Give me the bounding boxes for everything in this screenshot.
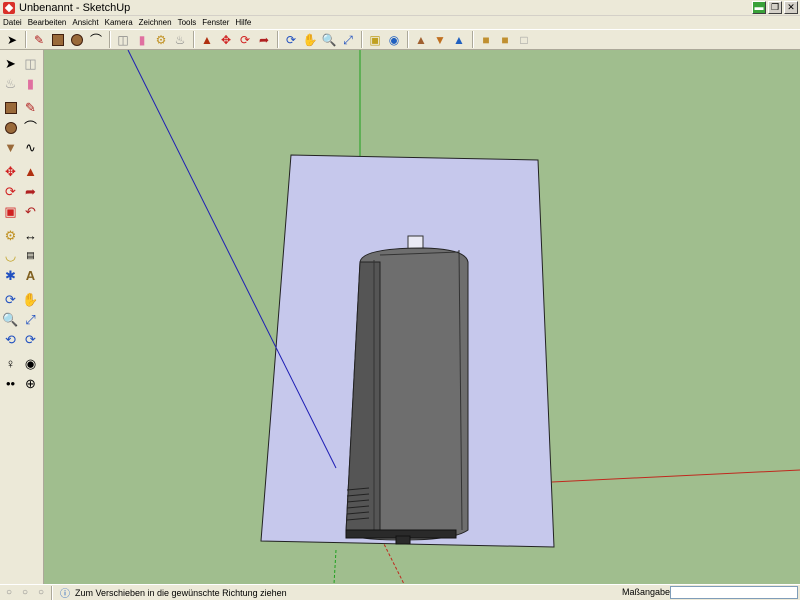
circle-icon[interactable] (1, 118, 20, 137)
window-controls: ▬ ❐ ✕ (752, 1, 798, 14)
share-model-icon[interactable]: ▲ (450, 31, 468, 49)
look-around-icon[interactable]: ◉ (21, 354, 40, 373)
follow-me-icon[interactable]: ➦ (21, 182, 40, 201)
menu-datei[interactable]: Datei (0, 18, 25, 27)
toolbar-separator (109, 31, 111, 48)
photo-texture-icon[interactable]: □ (515, 31, 533, 49)
menu-zeichnen[interactable]: Zeichnen (136, 18, 175, 27)
offset-icon[interactable]: ↶ (21, 202, 40, 221)
close-button[interactable]: ✕ (784, 1, 798, 14)
window-title: Unbenannt - SketchUp (19, 1, 131, 14)
arc-icon[interactable]: ⌒ (87, 31, 105, 49)
measurements-input[interactable] (670, 586, 798, 599)
rectangle-icon[interactable] (1, 98, 20, 117)
follow-me-icon[interactable]: ➦ (255, 31, 273, 49)
zoom-icon[interactable]: 🔍 (1, 310, 20, 329)
menu-fenster[interactable]: Fenster (199, 18, 232, 27)
zoom-extents-icon[interactable]: ⤢ (339, 31, 357, 49)
status-message: Zum Verschieben in die gewünschte Richtu… (75, 587, 287, 598)
green-axis-dashed (333, 549, 337, 584)
select-arrow-icon[interactable]: ➤ (1, 54, 20, 73)
get-current-view-icon[interactable]: ▣ (366, 31, 384, 49)
menu-hilfe[interactable]: Hilfe (232, 18, 254, 27)
geo-location-icon[interactable]: ○ (2, 586, 16, 600)
menu-bar: Datei Bearbeiten Ansicht Kamera Zeichnen… (0, 16, 800, 29)
protractor-icon[interactable]: ◡ (1, 246, 20, 265)
scale-icon[interactable]: ▣ (1, 202, 20, 221)
3d-text-icon[interactable]: A (21, 266, 40, 285)
orbit-icon[interactable]: ⟳ (1, 290, 20, 309)
credits-icon[interactable]: ○ (18, 586, 32, 600)
tape-measure-icon[interactable]: ⚙ (152, 31, 170, 49)
rectangle-icon[interactable] (49, 31, 67, 49)
restore-button[interactable]: ❐ (768, 1, 782, 14)
share-component-icon[interactable]: ■ (477, 31, 495, 49)
paint-bucket-icon[interactable]: ♨ (171, 31, 189, 49)
section-plane-icon[interactable]: ⊕ (21, 374, 40, 393)
toolbar-separator (25, 31, 27, 48)
add-location-icon[interactable]: ◉ (385, 31, 403, 49)
move-icon[interactable]: ✥ (1, 162, 20, 181)
make-component-icon[interactable]: ◫ (21, 54, 40, 73)
previous-view-icon[interactable]: ⟲ (1, 330, 20, 349)
menu-kamera[interactable]: Kamera (102, 18, 136, 27)
get-photo-texture-icon[interactable]: ■ (496, 31, 514, 49)
pan-icon[interactable]: ✋ (21, 290, 40, 309)
menu-tools[interactable]: Tools (175, 18, 200, 27)
sketchup-app-icon[interactable] (3, 1, 15, 14)
menu-ansicht[interactable]: Ansicht (69, 18, 101, 27)
toolbar-separator (472, 31, 474, 48)
orbit-icon[interactable]: ⟳ (282, 31, 300, 49)
toolbar-separator (193, 31, 195, 48)
push-pull-icon[interactable]: ▲ (198, 31, 216, 49)
toolbar-separator (407, 31, 409, 48)
position-camera-icon[interactable]: ♀ (1, 354, 20, 373)
pencil-line-icon[interactable]: ✎ (21, 98, 40, 117)
model-base-plug (395, 535, 411, 545)
measurements-label: Maßangaben (622, 587, 676, 597)
eraser-icon[interactable]: ▮ (133, 31, 151, 49)
toolbar-separator (361, 31, 363, 48)
red-axis-line (551, 469, 800, 483)
zoom-icon[interactable]: 🔍 (320, 31, 338, 49)
arc-icon[interactable]: ⌒ (21, 118, 40, 137)
polygon-icon[interactable]: ▼ (1, 138, 20, 157)
pencil-line-icon[interactable]: ✎ (30, 31, 48, 49)
get-models-icon[interactable]: ▼ (431, 31, 449, 49)
eraser-icon[interactable]: ▮ (21, 74, 40, 93)
pan-icon[interactable]: ✋ (301, 31, 319, 49)
move-icon[interactable]: ✥ (217, 31, 235, 49)
select-arrow-icon[interactable]: ➤ (3, 31, 21, 49)
main-toolbar: ➤ ✎ ⌒ ◫ ▮ ⚙ ♨ ▲ ✥ ⟳ ➦ ⟳ ✋ 🔍 ⤢ ▣ ◉ ▲ ▼ ▲ … (0, 29, 800, 50)
help-icon[interactable]: ⓘ (58, 586, 72, 600)
minimize-button[interactable]: ▬ (752, 1, 766, 14)
axes-icon[interactable]: ✱ (1, 266, 20, 285)
toolbar-separator (277, 31, 279, 48)
title-bar: Unbenannt - SketchUp ▬ ❐ ✕ (0, 0, 800, 16)
circle-icon[interactable] (68, 31, 86, 49)
rotate-icon[interactable]: ⟳ (1, 182, 20, 201)
zoom-window-icon[interactable]: ⤢ (21, 310, 40, 329)
status-bar: ○ ○ ○ ⓘ Zum Verschieben in die gewünscht… (0, 584, 800, 600)
dimension-icon[interactable]: ↔ (21, 226, 40, 245)
menu-bearbeiten[interactable]: Bearbeiten (25, 18, 70, 27)
freehand-icon[interactable]: ∿ (21, 138, 40, 157)
status-separator (51, 585, 53, 600)
user-icon[interactable]: ○ (34, 586, 48, 600)
push-pull-icon[interactable]: ▲ (21, 162, 40, 181)
zoom-extents-icon[interactable]: ⟳ (21, 330, 40, 349)
toggle-terrain-icon[interactable]: ▲ (412, 31, 430, 49)
rotate-icon[interactable]: ⟳ (236, 31, 254, 49)
drawing-viewport[interactable] (44, 50, 800, 584)
tape-measure-icon[interactable]: ⚙ (1, 226, 20, 245)
walk-icon[interactable]: •• (1, 374, 20, 393)
paint-bucket-icon[interactable]: ♨ (1, 74, 20, 93)
make-component-icon[interactable]: ◫ (114, 31, 132, 49)
red-axis-dashed (381, 539, 405, 584)
text-icon[interactable]: ▤ (21, 246, 40, 265)
model-canvas (127, 50, 800, 584)
large-tool-set: ➤ ◫ ♨ ▮ ✎ ⌒ ▼ ∿ ✥ ▲ ⟳ ➦ ▣ ↶ ⚙ ↔ ◡ ▤ ✱ A … (0, 50, 44, 584)
